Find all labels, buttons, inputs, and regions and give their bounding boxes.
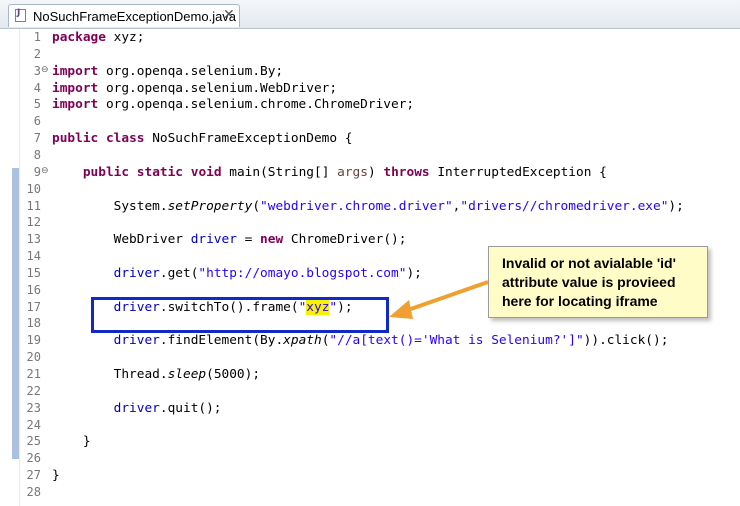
annotation-callout: Invalid or not avialable 'id' attribute …: [488, 246, 708, 318]
editor-tab[interactable]: J NoSuchFrameExceptionDemo.java: [8, 4, 240, 27]
line-number: 19: [26, 333, 41, 348]
line-number: 17: [26, 299, 41, 314]
line-number: 5: [33, 97, 41, 112]
line-number: 6: [33, 114, 41, 129]
code-line[interactable]: System.setProperty("webdriver.chrome.dri…: [52, 199, 684, 214]
code-line[interactable]: import org.openqa.selenium.WebDriver;: [52, 81, 337, 96]
line-number: 8: [33, 147, 41, 162]
line-number: 20: [26, 350, 41, 365]
code-line[interactable]: driver.get("http://omayo.blogspot.com");: [52, 266, 422, 281]
editor-tab-bar: J NoSuchFrameExceptionDemo.java: [0, 0, 740, 29]
line-number: 25: [26, 434, 41, 449]
fold-toggle-icon[interactable]: ⊖: [41, 166, 49, 176]
line-number: 11: [26, 198, 41, 213]
java-file-icon: J: [15, 8, 26, 22]
line-number: 1: [33, 30, 41, 44]
line-number: 3: [33, 63, 41, 78]
code-line[interactable]: driver.findElement(By.xpath("//a[text()=…: [52, 333, 669, 348]
code-line[interactable]: }: [52, 468, 60, 483]
code-line[interactable]: import org.openqa.selenium.chrome.Chrome…: [52, 97, 414, 112]
code-line[interactable]: public static void main(String[] args) t…: [52, 165, 607, 180]
code-line[interactable]: }: [52, 434, 91, 449]
code-line[interactable]: Thread.sleep(5000);: [52, 367, 260, 382]
line-number: 27: [26, 468, 41, 483]
line-number: 23: [26, 400, 41, 415]
line-number: 4: [33, 80, 41, 95]
code-line[interactable]: import org.openqa.selenium.By;: [52, 64, 283, 79]
line-number: 16: [26, 282, 41, 297]
tab-title: NoSuchFrameExceptionDemo.java: [33, 9, 237, 24]
line-number: 9: [33, 164, 41, 179]
line-number: 2: [33, 46, 41, 61]
code-line[interactable]: public class NoSuchFrameExceptionDemo {: [52, 131, 353, 146]
line-number: 26: [26, 451, 41, 466]
line-number: 21: [26, 367, 41, 381]
line-number: 28: [26, 484, 41, 499]
line-number: 22: [26, 383, 41, 398]
line-number: 18: [26, 316, 41, 331]
line-number: 15: [26, 265, 41, 280]
line-number: 13: [26, 232, 41, 247]
code-line[interactable]: driver.quit();: [52, 401, 222, 416]
fold-toggle-icon[interactable]: ⊖: [41, 65, 49, 75]
line-number: 10: [26, 181, 41, 196]
line-number: 14: [26, 249, 41, 264]
line-number: 24: [26, 417, 41, 432]
code-line[interactable]: package xyz;: [52, 30, 144, 45]
line-number: 7: [33, 131, 41, 146]
close-icon[interactable]: [223, 7, 235, 23]
code-line[interactable]: WebDriver driver = new ChromeDriver();: [52, 232, 407, 247]
line-number: 12: [26, 215, 41, 230]
highlight-box: [91, 297, 389, 333]
